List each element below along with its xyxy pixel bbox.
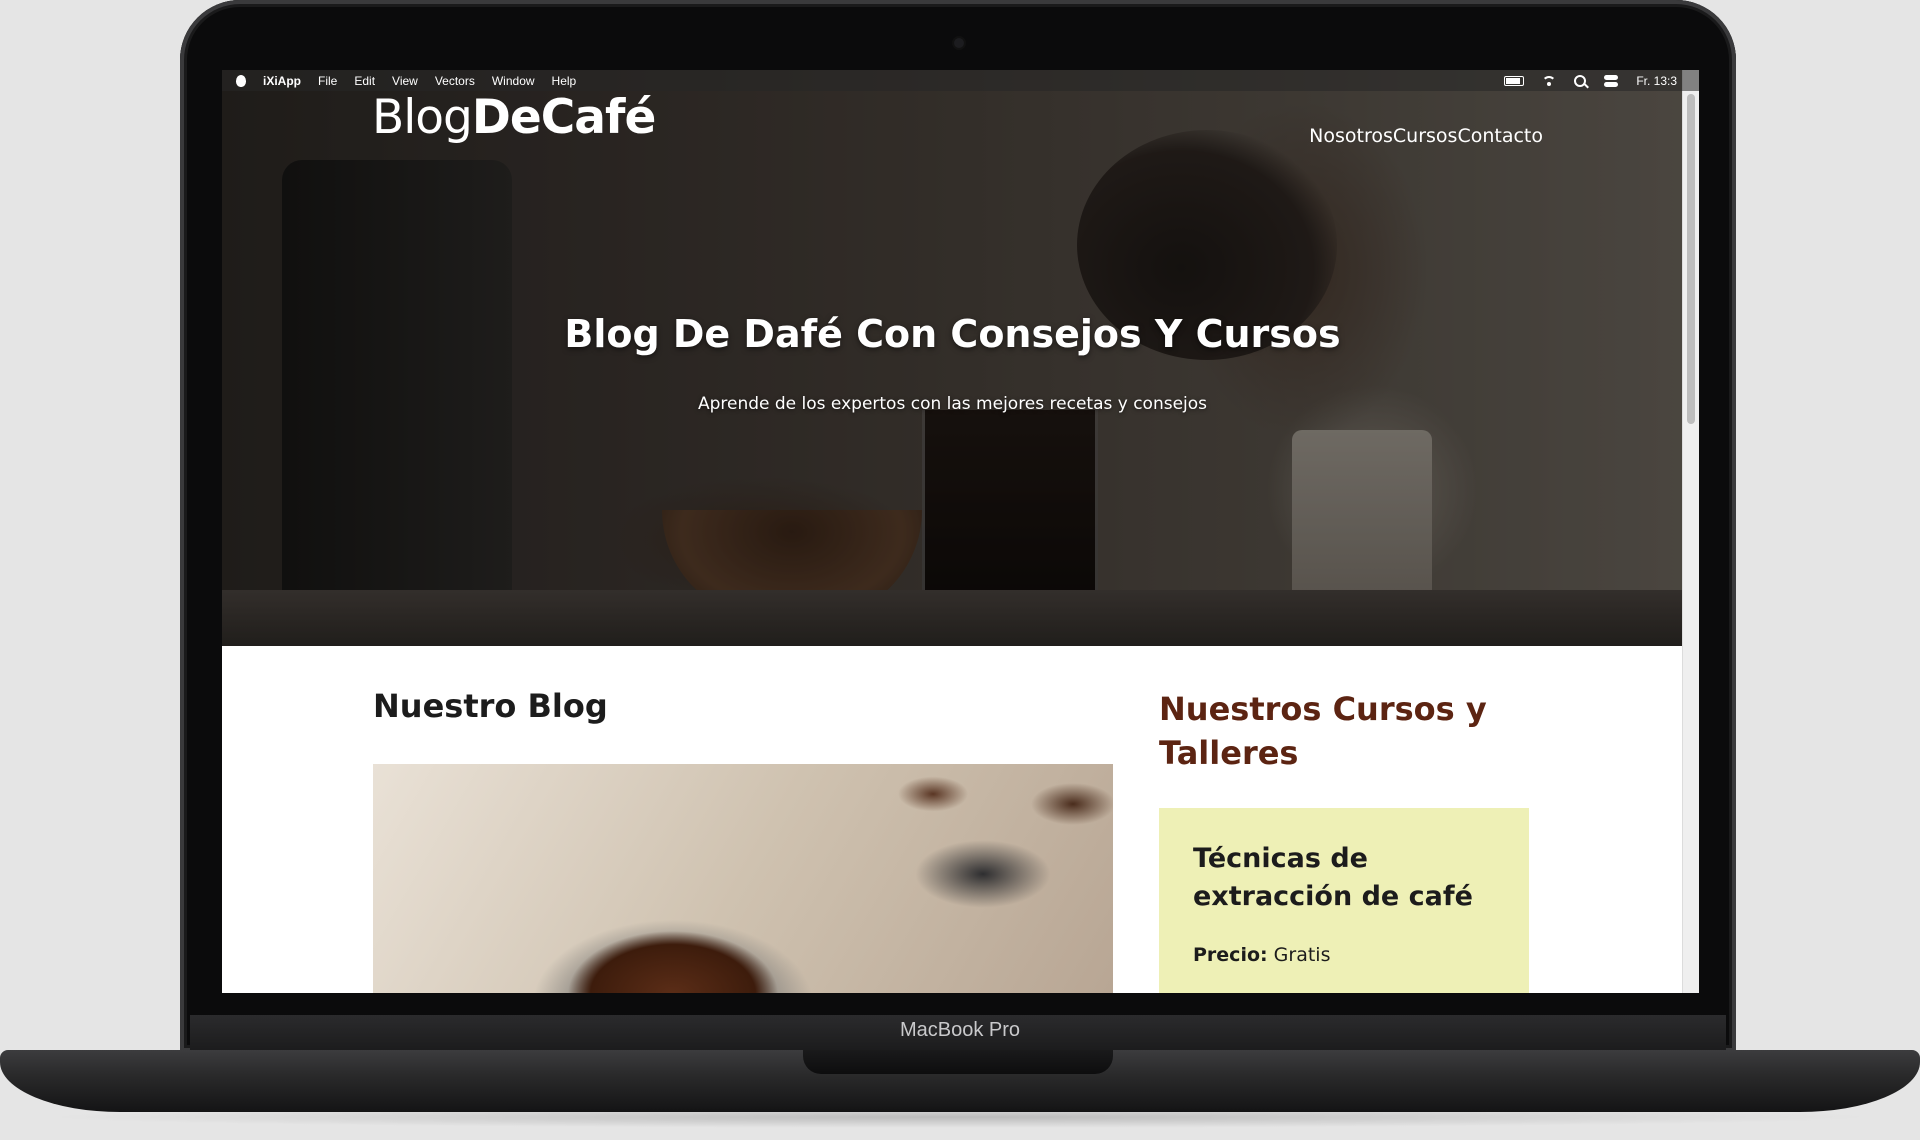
- course-price-label: Precio:: [1193, 944, 1268, 966]
- course-title[interactable]: Técnicas de extracción de café: [1193, 840, 1513, 916]
- battery-icon[interactable]: [1504, 75, 1525, 86]
- course-card[interactable]: Técnicas de extracción de café Precio: G…: [1159, 808, 1529, 993]
- logo-light-text: Blog: [372, 90, 473, 145]
- camera-icon: [954, 38, 964, 48]
- blog-heading: Nuestro Blog: [373, 687, 608, 725]
- scrollbar-thumb[interactable]: [1687, 94, 1695, 424]
- hero-section: BlogDeCafé Nosotros Cursos Contacto Blog D…: [222, 70, 1683, 646]
- course-price: Precio: Gratis: [1193, 944, 1330, 966]
- menu-file[interactable]: File: [318, 74, 337, 88]
- menubar-clock[interactable]: Fr. 13:3: [1636, 74, 1677, 88]
- nav-link-cursos[interactable]: Cursos: [1393, 125, 1458, 147]
- hero-subtitle: Aprende de los expertos con las mejores …: [697, 394, 1208, 414]
- macos-menubar: iXiApp File Edit View Vectors Window Hel…: [222, 70, 1699, 91]
- wifi-icon[interactable]: [1542, 75, 1557, 86]
- laptop-shadow: [40, 1106, 1880, 1128]
- menu-view[interactable]: View: [392, 74, 418, 88]
- control-center-icon[interactable]: [1604, 74, 1619, 87]
- apple-icon[interactable]: [236, 74, 246, 87]
- menu-vectors[interactable]: Vectors: [435, 74, 475, 88]
- device-brand-label: MacBook Pro: [899, 1019, 1021, 1041]
- course-price-value: Gratis: [1273, 944, 1331, 966]
- menu-help[interactable]: Help: [552, 74, 577, 88]
- nav-link-nosotros[interactable]: Nosotros: [1309, 125, 1393, 147]
- blog-post-image[interactable]: [373, 764, 1113, 993]
- main-nav: Nosotros Cursos Contacto: [1309, 125, 1543, 147]
- hero-title: Blog De Dafé Con Consejos Y Cursos: [564, 312, 1341, 356]
- menu-app-name[interactable]: iXiApp: [263, 74, 301, 88]
- laptop-notch: [803, 1050, 1113, 1074]
- courses-heading: Nuestros Cursos y Talleres: [1159, 690, 1487, 772]
- spotlight-search-icon[interactable]: [1574, 74, 1587, 87]
- vertical-scrollbar[interactable]: [1682, 70, 1699, 993]
- logo-bold-text: DeCafé: [471, 90, 656, 145]
- browser-screen: BlogDeCafé Nosotros Cursos Contacto Blog D…: [222, 70, 1699, 993]
- menu-edit[interactable]: Edit: [354, 74, 375, 88]
- hero-overlay: [222, 70, 1683, 646]
- nav-link-contacto[interactable]: Contacto: [1457, 125, 1543, 147]
- menu-window[interactable]: Window: [492, 74, 535, 88]
- site-logo[interactable]: BlogDeCafé: [372, 90, 656, 145]
